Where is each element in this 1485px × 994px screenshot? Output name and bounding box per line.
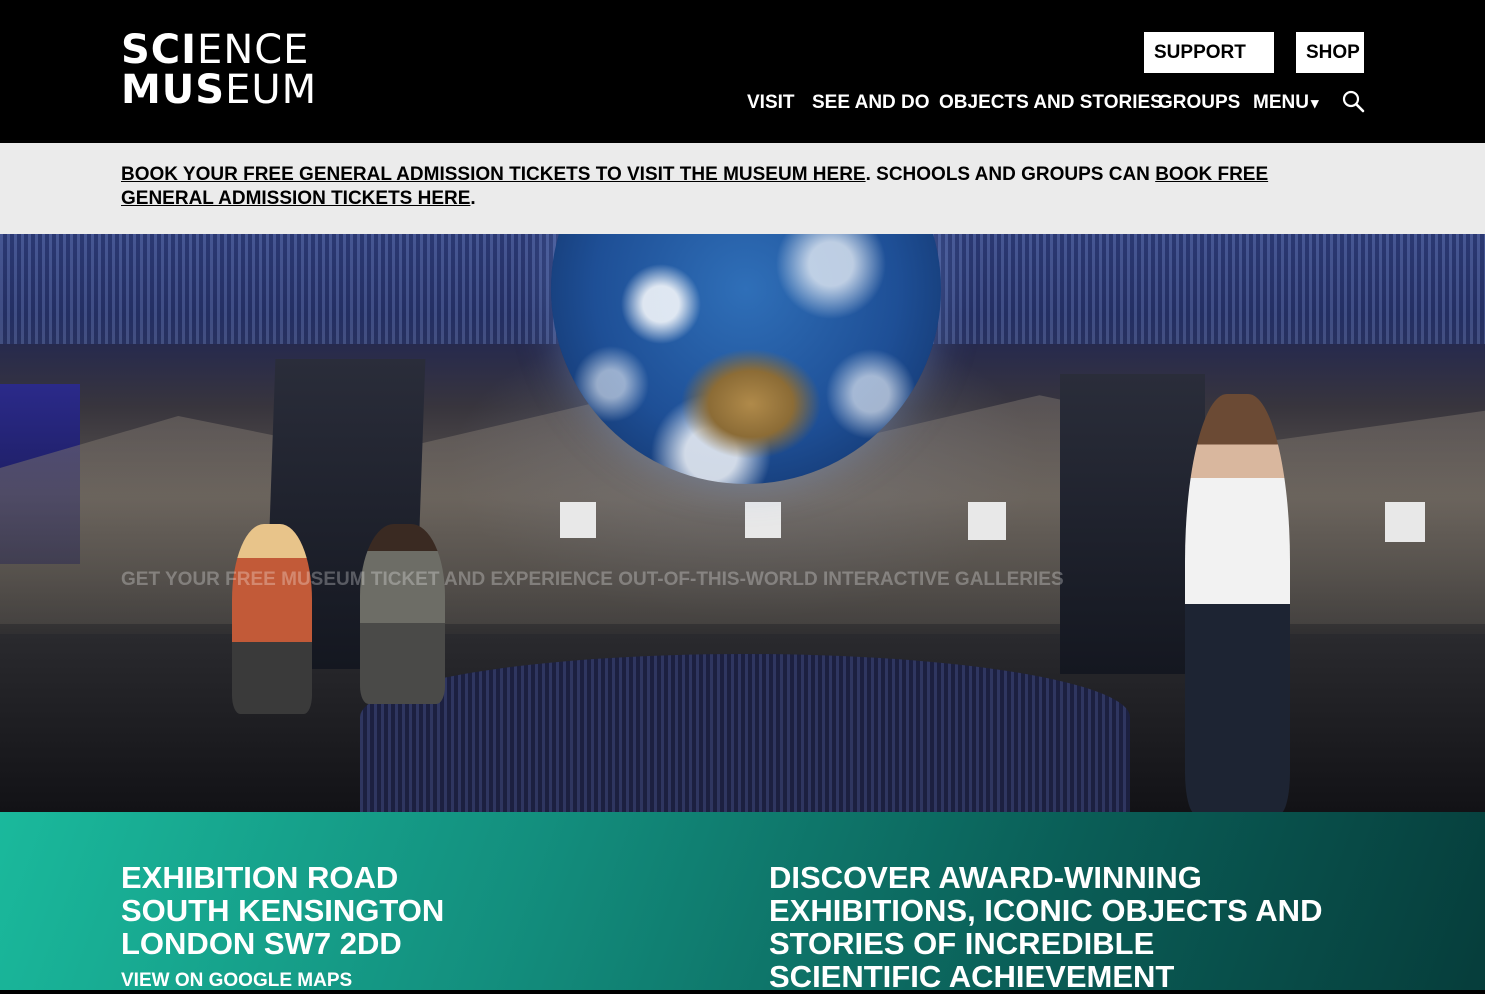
science-museum-logo[interactable]: SCIENCE MUSEUM: [121, 30, 317, 110]
support-us-button[interactable]: SUPPORT US: [1144, 32, 1274, 104]
visitor: [1185, 394, 1290, 812]
museum-tagline: DISCOVER AWARD-WINNING EXHIBITIONS, ICON…: [769, 860, 1323, 994]
alert-middle-text: . SCHOOLS AND GROUPS CAN: [865, 164, 1156, 185]
museum-address: EXHIBITION ROAD SOUTH KENSINGTON LONDON …: [121, 861, 444, 960]
central-stage: [360, 654, 1130, 812]
nav-groups[interactable]: GROUPS: [1158, 88, 1240, 118]
ticket-alert-text: BOOK YOUR FREE GENERAL ADMISSION TICKETS…: [121, 163, 1366, 211]
hero-image: [0, 234, 1485, 812]
google-maps-link[interactable]: VIEW ON GOOGLE MAPS: [121, 970, 352, 992]
nav-menu-label: MENU: [1253, 92, 1309, 113]
chevron-down-icon: ▾: [1310, 95, 1319, 112]
visitor: [360, 524, 445, 704]
alert-end-text: .: [470, 188, 476, 209]
nav-see-and-do[interactable]: SEE AND DO: [812, 88, 930, 118]
info-panel: [560, 502, 596, 538]
address-line: LONDON SW7 2DD: [121, 926, 402, 961]
book-tickets-link[interactable]: BOOK YOUR FREE GENERAL ADMISSION TICKETS…: [121, 164, 866, 185]
shop-button[interactable]: SHOP: [1296, 32, 1364, 73]
info-panel: [745, 502, 781, 538]
site-header: SCIENCE MUSEUM SUPPORT US SHOP VISIT SEE…: [0, 0, 1485, 143]
nav-menu[interactable]: MENU ▾: [1253, 88, 1318, 118]
search-icon[interactable]: [1341, 89, 1365, 113]
address-line: SOUTH KENSINGTON: [121, 893, 445, 928]
info-panel: [968, 502, 1006, 540]
visitor: [232, 524, 312, 714]
logo-line-2: MUSEUM: [121, 67, 318, 113]
address-line: EXHIBITION ROAD: [121, 860, 399, 895]
projector-tower-right: [1060, 374, 1205, 674]
nav-objects-and-stories[interactable]: OBJECTS AND STORIES: [939, 88, 1163, 118]
info-panel: [1385, 502, 1425, 542]
logo-line-1: SCIENCE: [121, 27, 310, 73]
nav-visit[interactable]: VISIT: [747, 88, 795, 118]
hero-caption: GET YOUR FREE MUSEUM TICKET AND EXPERIEN…: [121, 569, 1064, 590]
